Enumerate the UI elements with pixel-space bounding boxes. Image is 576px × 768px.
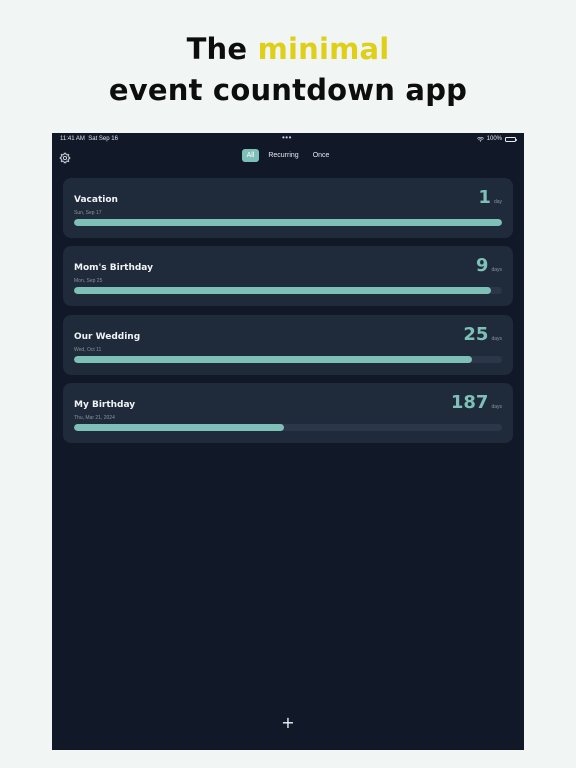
event-date: Thu, Mar 21, 2024 bbox=[74, 415, 115, 421]
progress-track bbox=[74, 219, 502, 226]
headline-accent: minimal bbox=[257, 32, 390, 66]
headline-line-2: event countdown app bbox=[108, 73, 468, 107]
status-time-date: 11:41 AM Sat Sep 16 bbox=[60, 136, 118, 142]
add-event-button[interactable]: + bbox=[280, 715, 296, 731]
countdown-number: 1 bbox=[478, 187, 491, 208]
segment-all[interactable]: All bbox=[241, 149, 260, 162]
event-countdown: 187 days bbox=[451, 394, 502, 412]
event-card[interactable]: My Birthday Thu, Mar 21, 2024 187 days bbox=[63, 383, 513, 443]
progress-fill bbox=[74, 424, 284, 431]
countdown-unit: days bbox=[491, 267, 502, 273]
progress-fill bbox=[74, 219, 502, 226]
event-card[interactable]: Mom's Birthday Mon, Sep 25 9 days bbox=[63, 246, 513, 306]
progress-fill bbox=[74, 356, 473, 363]
progress-track bbox=[74, 356, 502, 363]
event-title: Our Wedding bbox=[74, 332, 141, 342]
multitasking-dots-icon[interactable]: ••• bbox=[282, 133, 292, 142]
event-card[interactable]: Vacation Sun, Sep 17 1 day bbox=[63, 178, 513, 238]
event-title: Mom's Birthday bbox=[74, 263, 153, 273]
progress-track bbox=[74, 424, 502, 431]
countdown-number: 25 bbox=[463, 324, 489, 345]
event-countdown: 25 days bbox=[463, 326, 502, 344]
status-right: 100% bbox=[476, 136, 517, 142]
countdown-number: 187 bbox=[450, 392, 489, 413]
status-date: Sat Sep 16 bbox=[88, 136, 118, 142]
progress-track bbox=[74, 287, 502, 294]
status-bar: 11:41 AM Sat Sep 16 ••• 100% bbox=[52, 133, 524, 145]
countdown-number: 9 bbox=[475, 255, 489, 276]
countdown-unit: days bbox=[491, 404, 502, 410]
event-title: Vacation bbox=[74, 195, 118, 205]
headline-line-1: The minimal bbox=[0, 32, 576, 66]
app-screen: 11:41 AM Sat Sep 16 ••• 100% All Recurri… bbox=[52, 133, 524, 750]
event-countdown: 9 days bbox=[476, 257, 502, 275]
segment-recurring[interactable]: Recurring bbox=[263, 149, 303, 162]
event-date: Sun, Sep 17 bbox=[74, 210, 102, 216]
progress-fill bbox=[74, 287, 492, 294]
wifi-icon bbox=[476, 136, 484, 142]
segment-once[interactable]: Once bbox=[308, 149, 335, 162]
countdown-unit: day bbox=[493, 199, 502, 205]
filter-segmented-control: All Recurring Once bbox=[52, 149, 524, 162]
event-card[interactable]: Our Wedding Wed, Oct 11 25 days bbox=[63, 315, 513, 375]
event-date: Wed, Oct 11 bbox=[74, 347, 102, 353]
countdown-unit: days bbox=[491, 336, 502, 342]
status-time: 11:41 AM bbox=[60, 136, 85, 142]
headline-prefix: The bbox=[186, 32, 258, 66]
event-date: Mon, Sep 25 bbox=[74, 278, 103, 284]
battery-percent: 100% bbox=[486, 136, 502, 142]
event-title: My Birthday bbox=[74, 400, 136, 410]
event-countdown: 1 day bbox=[478, 189, 502, 207]
battery-icon bbox=[505, 136, 517, 142]
